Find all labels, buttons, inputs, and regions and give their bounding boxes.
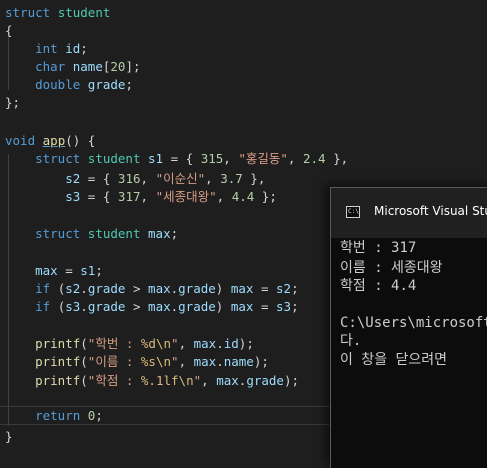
var-s3: s3 <box>65 299 81 314</box>
field-name: name <box>72 59 103 74</box>
field-grade: grade <box>246 373 284 388</box>
code-line: } <box>5 428 13 446</box>
console-output-line: C:\Users\microsoft <box>340 315 487 331</box>
type-name: student <box>57 5 111 20</box>
code-line: s3 = { 317, "세종대왕", 4.4 }; <box>65 189 277 204</box>
function-call: printf <box>35 373 81 388</box>
console-output-line: 다. <box>340 333 362 349</box>
var-s2: s2 <box>65 171 81 186</box>
string-quote: " <box>171 354 179 369</box>
keyword: int <box>35 41 58 56</box>
field-name: name <box>223 354 254 369</box>
console-titlebar[interactable]: C:\ Microsoft Visual Studio <box>331 188 487 238</box>
var-max: max <box>35 263 58 278</box>
code-line: int id; <box>35 41 88 56</box>
number-literal: 2.4 <box>302 151 326 166</box>
string-literal: "학점 : <box>87 373 141 388</box>
string-literal: "학번 : <box>87 336 141 351</box>
code-line: s2 = { 316, "이순신", 3.7 }, <box>65 171 266 186</box>
type-name: student <box>87 151 141 166</box>
number-literal: 315 <box>200 151 224 166</box>
var-s1: s1 <box>148 151 164 166</box>
keyword: struct <box>35 226 81 241</box>
keyword: if <box>35 299 51 314</box>
var-max: max <box>148 299 171 314</box>
code-line: struct student s1 = { 315, "홍길동", 2.4 }, <box>35 151 349 166</box>
string-quote: " <box>193 373 202 388</box>
console-output-line: 이름 : 세종대왕 <box>340 260 443 276</box>
function-call: printf <box>35 354 81 369</box>
code-line: char name[20]; <box>35 59 141 74</box>
keyword: double <box>35 77 81 92</box>
code-line: void app() { <box>5 133 96 148</box>
var-max: max <box>230 281 254 296</box>
brace: } <box>5 429 13 444</box>
var-max: max <box>230 299 254 314</box>
debug-console-window[interactable]: C:\ Microsoft Visual Studio 학번 : 317 이름 … <box>330 187 487 468</box>
var-max: max <box>193 354 217 369</box>
code-line: struct student <box>5 4 110 22</box>
var-s3: s3 <box>65 189 81 204</box>
field-id: id <box>223 336 239 351</box>
var-max: max <box>193 336 217 351</box>
field-grade: grade <box>87 281 126 296</box>
console-output-line: 학번 : 317 <box>340 240 417 256</box>
terminal-icon: C:\ <box>346 206 360 218</box>
field-grade: grade <box>87 299 126 314</box>
code-line: }; <box>5 94 20 112</box>
number-literal: 3.7 <box>220 171 243 186</box>
format-spec: %s <box>140 354 156 369</box>
keyword: void <box>5 133 36 148</box>
code-line: printf("이름 : %s\n", max.name); <box>35 354 269 369</box>
var-max: max <box>216 373 239 388</box>
field-id: id <box>65 41 81 56</box>
var-s1: s1 <box>80 263 96 278</box>
number-literal: 316 <box>117 171 141 186</box>
type-name: student <box>87 226 141 241</box>
field-grade: grade <box>87 77 126 92</box>
keyword: char <box>35 59 66 74</box>
code-line: double grade; <box>35 77 133 92</box>
var-s3: s3 <box>276 299 292 314</box>
var-max: max <box>148 281 171 296</box>
string-quote: " <box>171 336 179 351</box>
escape-sequence: \n <box>155 354 172 369</box>
console-output-line: 학점 : 4.4 <box>340 278 417 294</box>
keyword: struct <box>5 5 51 20</box>
code-line: printf("학번 : %d\n", max.id); <box>35 336 254 351</box>
number-literal: 20 <box>110 59 126 74</box>
number-literal: 0 <box>87 408 96 423</box>
escape-sequence: \n <box>178 373 194 388</box>
string-literal: "이름 : <box>87 354 141 369</box>
keyword: return <box>35 408 81 423</box>
keyword: if <box>35 281 51 296</box>
field-grade: grade <box>178 299 216 314</box>
function-name: app <box>42 133 66 148</box>
code-line: max = s1; <box>35 263 103 278</box>
code-line: return 0; <box>35 408 103 423</box>
console-title: Microsoft Visual Studio <box>374 204 487 218</box>
format-spec: %d <box>140 336 156 351</box>
number-literal: 4.4 <box>231 189 255 204</box>
function-call: printf <box>35 336 81 351</box>
var-max: max <box>148 226 171 241</box>
format-spec: %.1lf <box>140 373 179 388</box>
code-line: printf("학점 : %.1lf\n", max.grade); <box>35 373 300 388</box>
brace: { <box>5 23 13 38</box>
number-literal: 317 <box>117 189 141 204</box>
string-literal: "이순신" <box>155 171 206 186</box>
console-output-line: 이 창을 닫으려면 <box>340 352 448 368</box>
escape-sequence: \n <box>155 336 172 351</box>
code-line: { <box>5 22 13 40</box>
code-line: if (s3.grade > max.grade) max = s3; <box>35 299 299 314</box>
code-line: struct student max; <box>35 226 179 241</box>
string-literal: "홍길동" <box>238 151 288 166</box>
code-line: if (s2.grade > max.grade) max = s2; <box>35 281 299 296</box>
var-s2: s2 <box>276 281 292 296</box>
brace: }; <box>5 95 21 110</box>
var-s2: s2 <box>65 281 81 296</box>
string-literal: "세종대왕" <box>155 189 217 204</box>
keyword: struct <box>35 151 81 166</box>
field-grade: grade <box>178 281 216 296</box>
